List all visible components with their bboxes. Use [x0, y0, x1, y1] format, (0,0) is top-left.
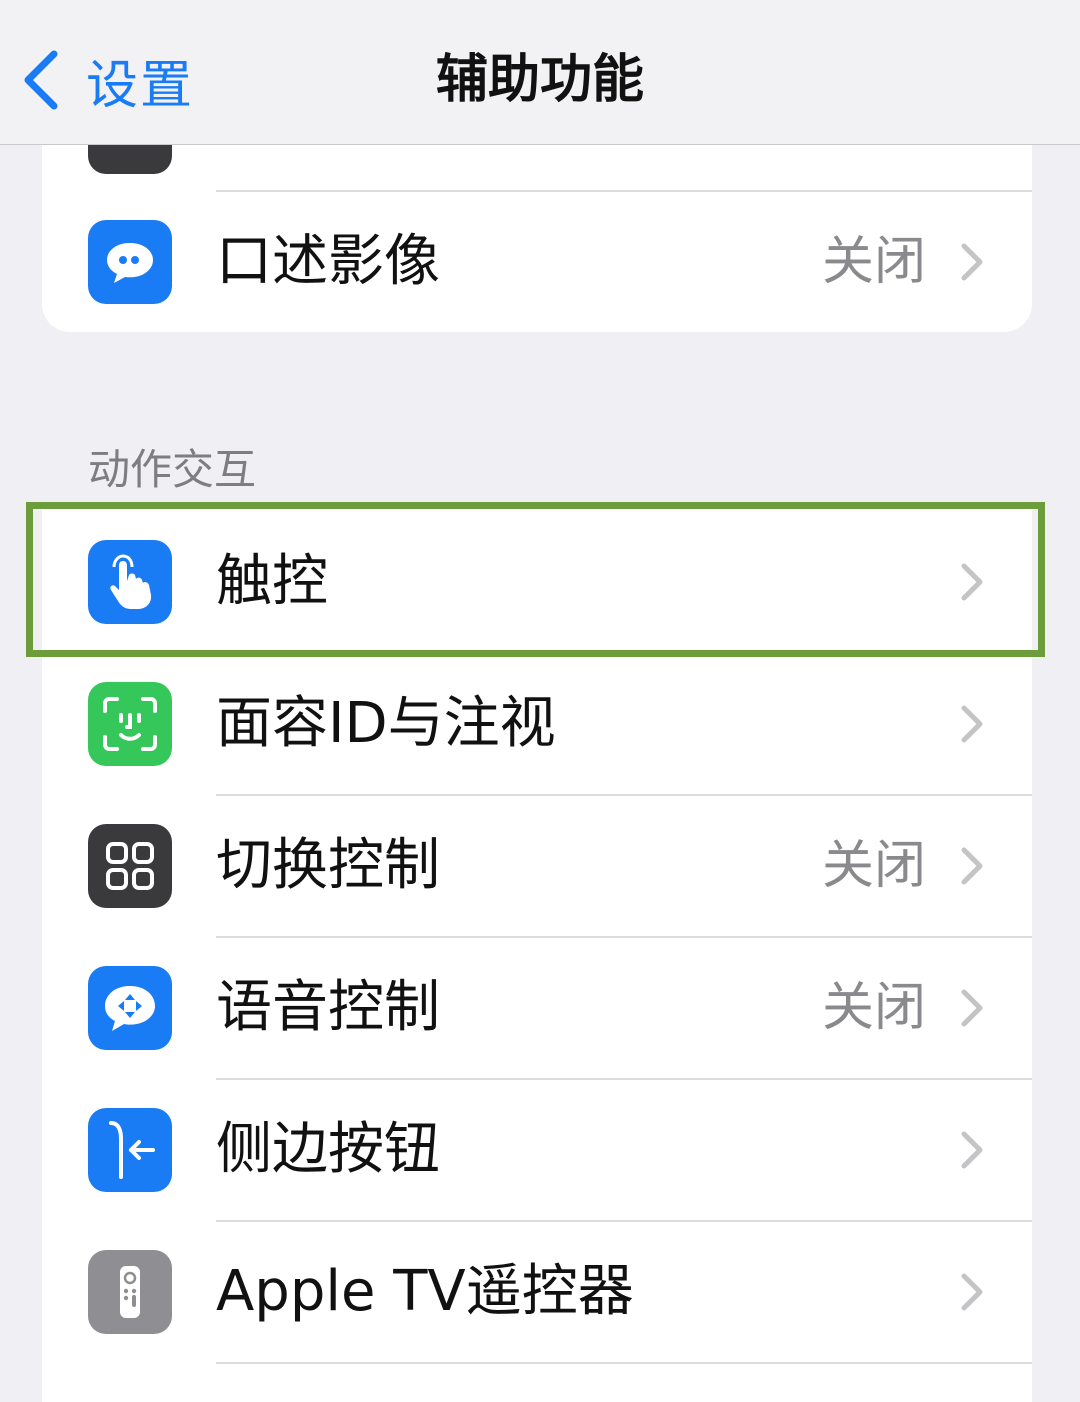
row-side-button[interactable]: 侧边按钮 — [42, 1080, 1032, 1220]
side-button-icon — [88, 1108, 172, 1192]
chevron-right-icon — [961, 989, 983, 1027]
row-apple-tv-remote[interactable]: Apple TV遥控器 — [42, 1222, 1032, 1362]
row-label: 口述影像 — [216, 229, 440, 294]
navigation-bar: 设置 辅助功能 — [0, 0, 1080, 145]
row-label: Apple TV遥控器 — [216, 1259, 634, 1324]
row-voice-control[interactable]: 语音控制 关闭 — [42, 938, 1032, 1078]
row-label: 语音控制 — [216, 975, 440, 1040]
row-label: 面容ID与注视 — [216, 691, 556, 756]
chevron-right-icon — [961, 243, 983, 281]
chevron-right-icon — [961, 563, 983, 601]
section-header: 动作交互 — [88, 445, 257, 494]
chevron-right-icon — [961, 1273, 983, 1311]
interaction-card: 触控 面容ID与注视 切换控制 关闭 语音控制 关闭 侧边按钮 Apple TV… — [42, 502, 1032, 1402]
touch-hand-icon — [88, 540, 172, 624]
row-value: 关闭 — [821, 836, 926, 896]
audio-description-icon — [88, 220, 172, 304]
chevron-right-icon — [961, 705, 983, 743]
chevron-right-icon — [961, 847, 983, 885]
switch-control-icon — [88, 824, 172, 908]
row-label: 触控 — [216, 549, 328, 614]
row-label: 侧边按钮 — [216, 1117, 440, 1182]
row-value: 关闭 — [821, 978, 926, 1038]
tv-remote-icon — [88, 1250, 172, 1334]
chevron-right-icon — [961, 1131, 983, 1169]
row-value: 关闭 — [821, 232, 926, 292]
row-audio-description[interactable]: 口述影像 关闭 — [42, 192, 1032, 332]
row-touch[interactable]: 触控 — [42, 512, 1032, 652]
page-title: 辅助功能 — [435, 50, 644, 110]
face-id-icon — [88, 682, 172, 766]
voice-control-icon — [88, 966, 172, 1050]
row-switch-control[interactable]: 切换控制 关闭 — [42, 796, 1032, 936]
row-label: 切换控制 — [216, 833, 440, 898]
row-face-id[interactable]: 面容ID与注视 — [42, 654, 1032, 794]
